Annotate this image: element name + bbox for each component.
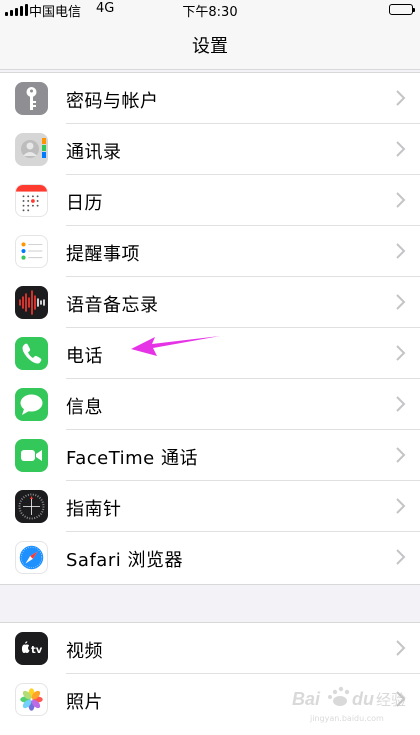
photos-icon xyxy=(15,683,48,716)
chevron-right-icon xyxy=(396,640,406,656)
phone-icon xyxy=(15,337,48,370)
settings-row-label: 日历 xyxy=(66,193,103,214)
settings-row-label: 通讯录 xyxy=(66,142,122,163)
baidu-jingyan-watermark: Bai du 经验 jingyan.baidu.com xyxy=(292,686,406,723)
status-bar: 中国电信 4G 下午8:30 xyxy=(0,0,420,20)
settings-row-label: 提醒事项 xyxy=(66,244,140,265)
chevron-right-icon xyxy=(396,396,406,412)
facetime-icon xyxy=(15,439,48,472)
key-icon xyxy=(15,82,48,115)
settings-row-facetime[interactable]: FaceTime 通话 xyxy=(0,430,420,481)
settings-row-passwords-accounts[interactable]: 密码与帐户 xyxy=(0,73,420,124)
settings-row-tv[interactable]: tv 视频 xyxy=(0,623,420,674)
settings-row-label: 照片 xyxy=(66,692,103,713)
contacts-icon xyxy=(15,133,48,166)
chevron-right-icon xyxy=(396,549,406,565)
svg-text:tv: tv xyxy=(31,645,43,656)
settings-row-contacts[interactable]: 通讯录 xyxy=(0,124,420,175)
chevron-right-icon xyxy=(396,243,406,259)
svg-text:经验: 经验 xyxy=(376,691,406,709)
settings-row-label: 信息 xyxy=(66,397,103,418)
tv-icon: tv xyxy=(15,632,48,665)
chevron-right-icon xyxy=(396,498,406,514)
messages-icon xyxy=(15,388,48,421)
settings-row-voice-memos[interactable]: 语音备忘录 xyxy=(0,277,420,328)
chevron-right-icon xyxy=(396,345,406,361)
settings-row-label: FaceTime 通话 xyxy=(66,448,198,469)
chevron-right-icon xyxy=(396,294,406,310)
pointer-arrow-icon xyxy=(131,336,220,356)
svg-text:du: du xyxy=(352,689,374,709)
battery-icon xyxy=(389,4,415,15)
chevron-right-icon xyxy=(396,141,406,157)
svg-text:Bai: Bai xyxy=(292,689,321,709)
settings-row-label: 电话 xyxy=(66,346,103,367)
settings-row-label: Safari 浏览器 xyxy=(66,550,183,571)
settings-row-label: 指南针 xyxy=(66,499,122,520)
chevron-right-icon xyxy=(396,447,406,463)
chevron-right-icon xyxy=(396,90,406,106)
settings-row-compass[interactable]: 指南针 xyxy=(0,481,420,532)
settings-row-reminders[interactable]: 提醒事项 xyxy=(0,226,420,277)
settings-row-label: 语音备忘录 xyxy=(66,295,159,316)
navigation-bar: 设置 xyxy=(0,20,420,70)
clock: 下午8:30 xyxy=(182,5,238,20)
settings-row-calendar[interactable]: 日历 xyxy=(0,175,420,226)
svg-text:jingyan.baidu.com: jingyan.baidu.com xyxy=(309,714,384,723)
settings-row-label: 密码与帐户 xyxy=(66,91,159,112)
safari-icon xyxy=(15,541,48,574)
voice-memos-icon xyxy=(15,286,48,319)
settings-row-messages[interactable]: 信息 xyxy=(0,379,420,430)
page-title: 设置 xyxy=(192,36,228,57)
settings-row-label: 视频 xyxy=(66,641,103,662)
settings-group-apps: 密码与帐户 通讯录 日历 提醒事项 语音备忘录 电话 信息 FaceTime 通… xyxy=(0,72,420,585)
chevron-right-icon xyxy=(396,192,406,208)
calendar-icon xyxy=(15,184,48,217)
settings-row-safari[interactable]: Safari 浏览器 xyxy=(0,532,420,583)
compass-icon xyxy=(15,490,48,523)
reminders-icon xyxy=(15,235,48,268)
